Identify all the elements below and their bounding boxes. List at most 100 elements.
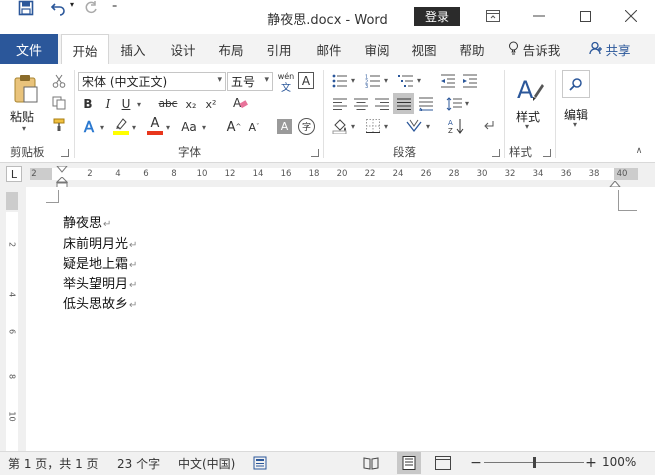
tab-file[interactable]: 文件 (0, 34, 58, 64)
customize-qat-icon[interactable]: ₌ (112, 0, 132, 11)
print-layout-icon[interactable] (397, 452, 421, 474)
zoom-in-icon[interactable]: + (585, 454, 597, 472)
font-size-select[interactable]: 五号 ▾ (227, 72, 273, 91)
read-mode-icon[interactable] (360, 454, 382, 472)
first-line-indent-marker[interactable] (55, 163, 69, 177)
word-count[interactable]: 23 个字 (117, 455, 160, 472)
character-border-button[interactable]: A (298, 72, 314, 89)
format-painter-icon[interactable] (49, 116, 69, 134)
tab-home[interactable]: 开始 (61, 34, 109, 66)
accessibility-icon[interactable] (252, 455, 268, 471)
align-center-icon[interactable] (352, 95, 370, 112)
language-indicator[interactable]: 中文(中国) (178, 455, 235, 472)
tab-references[interactable]: 引用 (258, 34, 300, 64)
tab-help[interactable]: 帮助 (451, 34, 493, 64)
maximize-icon[interactable] (562, 0, 608, 32)
tab-view[interactable]: 视图 (403, 34, 445, 64)
styles-dialog-launcher[interactable] (543, 149, 551, 157)
share-button[interactable]: 共享 (585, 34, 635, 64)
font-name-select[interactable]: 宋体 (中文正文) ▾ (78, 72, 226, 91)
grow-font-button[interactable]: A ^ (226, 117, 242, 137)
show-hide-marks-icon[interactable] (479, 117, 497, 135)
font-color-button[interactable]: A (146, 116, 164, 137)
document-line[interactable]: 疑是地上霜↵ (63, 253, 137, 272)
collapse-ribbon-icon[interactable]: ∧ (632, 144, 646, 158)
underline-button[interactable]: U (118, 95, 134, 113)
text-effects-dropdown-icon[interactable]: ▾ (98, 117, 106, 137)
chinese-layout-dropdown-icon[interactable]: ▾ (424, 117, 432, 135)
copy-icon[interactable] (49, 94, 69, 112)
minimize-icon[interactable] (516, 0, 562, 32)
tab-selector-button[interactable]: L (6, 166, 22, 182)
justify-icon[interactable] (393, 93, 414, 114)
redo-icon[interactable] (84, 0, 106, 17)
document-line[interactable]: 静夜思↵ (63, 212, 111, 231)
document-line[interactable]: 举头望明月↵ (63, 273, 137, 292)
chinese-layout-icon[interactable] (404, 117, 424, 135)
numbering-icon[interactable]: 123 (364, 72, 382, 89)
document-line[interactable]: 低头思故乡↵ (63, 293, 137, 312)
save-icon[interactable] (18, 0, 42, 19)
chevron-down-icon: ▾ (264, 75, 269, 85)
font-dialog-launcher[interactable] (311, 149, 319, 157)
bullets-icon[interactable] (331, 72, 349, 89)
tab-mailings[interactable]: 邮件 (308, 34, 350, 64)
multilevel-list-icon[interactable] (397, 72, 415, 89)
document-line[interactable]: 床前明月光↵ (63, 233, 137, 252)
tab-review[interactable]: 审阅 (356, 34, 398, 64)
tab-layout[interactable]: 布局 (210, 34, 252, 64)
enclose-characters-button[interactable]: 字 (298, 118, 315, 135)
phonetic-guide-button[interactable]: wén 文 (277, 70, 295, 94)
font-color-dropdown-icon[interactable]: ▾ (164, 117, 172, 137)
tab-insert[interactable]: 插入 (112, 34, 154, 64)
undo-dropdown-icon[interactable]: ▾ (70, 0, 82, 9)
line-spacing-dropdown-icon[interactable]: ▾ (463, 95, 471, 112)
ribbon-display-options-icon[interactable] (470, 0, 516, 32)
bullets-dropdown-icon[interactable]: ▾ (349, 72, 357, 89)
paragraph-dialog-launcher[interactable] (492, 149, 500, 157)
increase-indent-icon[interactable] (461, 72, 479, 89)
shading-icon[interactable] (331, 117, 349, 135)
page-count[interactable]: 第 1 页，共 1 页 (8, 455, 99, 472)
shrink-font-button[interactable]: Aˇ (246, 117, 262, 137)
underline-dropdown-icon[interactable]: ▾ (134, 95, 144, 113)
superscript-button[interactable]: x² (202, 95, 220, 113)
zoom-level[interactable]: 100% (602, 455, 636, 469)
italic-button[interactable]: I (100, 95, 116, 113)
styles-gallery-button[interactable]: A 样式 ▾ (509, 72, 549, 134)
clipboard-dialog-launcher[interactable] (61, 149, 69, 157)
change-case-button[interactable]: Aa (178, 117, 200, 137)
line-spacing-icon[interactable] (445, 95, 463, 112)
highlight-color-button[interactable] (112, 117, 130, 137)
decrease-indent-icon[interactable] (439, 72, 457, 89)
character-shading-button[interactable]: A (277, 119, 292, 134)
clear-formatting-icon[interactable]: A (231, 94, 249, 112)
editing-button[interactable]: 编辑 ▾ (561, 70, 593, 132)
strikethrough-button[interactable]: abc (156, 95, 180, 113)
zoom-slider-thumb[interactable] (533, 457, 536, 468)
paste-button[interactable]: 粘贴 ▾ (8, 72, 44, 133)
align-right-icon[interactable] (373, 95, 391, 112)
web-layout-icon[interactable] (432, 454, 454, 472)
zoom-out-icon[interactable]: − (470, 454, 482, 472)
tab-design[interactable]: 设计 (162, 34, 204, 64)
borders-dropdown-icon[interactable]: ▾ (382, 117, 390, 135)
undo-icon[interactable] (50, 0, 72, 19)
borders-icon[interactable] (364, 117, 382, 135)
subscript-button[interactable]: x₂ (182, 95, 200, 113)
distributed-align-icon[interactable] (417, 95, 435, 112)
tell-me-search[interactable]: 告诉我 (502, 34, 566, 64)
document-page[interactable] (26, 187, 655, 451)
align-left-icon[interactable] (331, 95, 349, 112)
sort-icon[interactable]: AZ (447, 117, 465, 135)
login-button[interactable]: 登录 (414, 7, 460, 26)
numbering-dropdown-icon[interactable]: ▾ (382, 72, 390, 89)
shading-dropdown-icon[interactable]: ▾ (349, 117, 357, 135)
change-case-dropdown-icon[interactable]: ▾ (200, 117, 208, 137)
multilevel-dropdown-icon[interactable]: ▾ (415, 72, 423, 89)
close-icon[interactable] (608, 0, 654, 32)
highlight-dropdown-icon[interactable]: ▾ (130, 117, 138, 137)
bold-button[interactable]: B (80, 95, 96, 113)
cut-icon[interactable] (49, 72, 69, 90)
text-effects-button[interactable]: A (80, 117, 98, 137)
